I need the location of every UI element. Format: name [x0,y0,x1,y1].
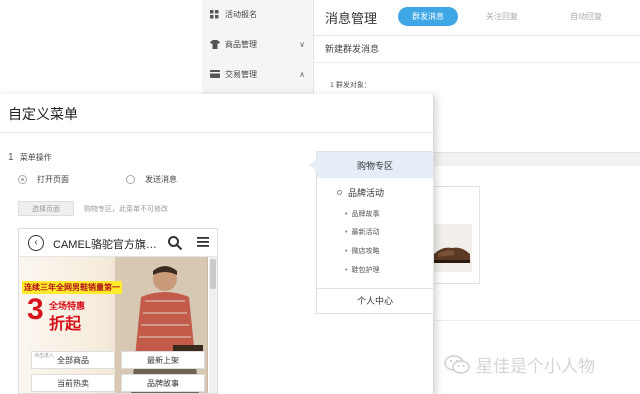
submenu-item-latest-activity[interactable]: 最新活动 [345,227,379,237]
scrollbar-thumb[interactable] [210,259,216,289]
page-title: 消息管理 [325,11,378,26]
sidebar-item-trade-management[interactable]: 交易管理 ∧ [210,69,305,80]
button-label: 全部商品 [57,355,89,365]
radio-send-message[interactable]: 发送消息 [126,174,177,185]
hamburger-icon[interactable] [197,236,209,248]
chevron-down-icon: ∨ [299,40,305,49]
menu-item-brand-activity[interactable]: 品牌活动 [337,186,384,199]
submenu-item-shoe-bag-care[interactable]: 鞋包护理 [345,265,379,275]
wechat-icon [444,354,470,374]
divider [434,320,640,321]
circle-icon [337,190,342,195]
divider [317,288,433,289]
content-panel-strip [434,152,640,166]
hint-text: 购物专区，此菜单不可修改 [84,206,168,213]
back-arrow-icon[interactable]: ‹ [28,235,44,251]
submenu-item-brand-story[interactable]: 品牌故事 [345,209,379,219]
sidebar-item-product-management[interactable]: 商品管理 ∨ [210,39,305,50]
search-icon[interactable] [167,235,183,251]
button-label: 品牌故事 [147,378,179,388]
submenu-item-weidian-guide[interactable]: 微店攻略 [345,246,379,256]
radio-label: 发送消息 [145,175,177,184]
phone-preview: ‹ CAMEL骆驼官方旗… 连续三年全网男鞋销量第一 3 全场特惠 折起 全部商… [18,228,218,394]
brand-story-button[interactable]: 品牌故事 [121,374,205,392]
tab-mass-message[interactable]: 群发消息 [398,7,458,26]
radio-label: 打开页面 [37,175,69,184]
divider [0,132,434,133]
sidebar-item-label: 交易管理 [225,70,257,79]
tab-follow-reply[interactable]: 关注回复 [486,11,518,22]
sidebar-item-event-signup[interactable]: 活动报名 [210,9,305,20]
button-label: 最新上架 [147,355,179,365]
dialog-title: 自定义菜单 [8,106,78,122]
menu-item-personal-center[interactable]: 个人中心 [317,294,433,307]
grid-icon [210,10,219,19]
radio-unchecked-icon[interactable] [126,175,135,184]
shoe-image [432,224,472,272]
target-label: 1 群发对象： [330,82,371,89]
menu-item-label: 品牌活动 [348,188,385,198]
watermark: 星佳是个小人物 [444,352,595,377]
step-label: 菜单操作 [19,153,52,162]
new-arrivals-button[interactable]: 最新上架 [121,351,205,369]
radio-checked-icon[interactable] [18,175,27,184]
shirt-icon [210,40,220,49]
sidebar-item-label: 商品管理 [225,40,257,49]
select-page-button[interactable]: 选择页面 [18,201,74,216]
hot-sale-button[interactable]: 当前热卖 [31,374,115,392]
divider [314,62,640,63]
menu-item-shopping-zone[interactable]: 购物专区 [309,152,433,178]
menu-tree-panel: 购物专区 品牌活动 品牌故事 最新活动 微店攻略 鞋包护理 个人中心 [309,151,434,314]
phone-shop-title: CAMEL骆驼官方旗… [53,239,157,251]
tab-auto-reply[interactable]: 自动回复 [570,11,602,22]
section-title: 新建群发消息 [325,44,380,54]
card-icon [210,70,220,79]
button-label: 当前热卖 [57,378,89,388]
chevron-up-icon: ∧ [299,70,305,79]
radio-open-page[interactable]: 打开页面 [18,174,69,185]
click-enter-label: 点击进入 [34,353,55,359]
promo-big-number: 3 [27,293,44,326]
step-menu-operation: 1 菜单操作 [8,152,52,163]
promo-discount-text: 折起 [49,316,82,333]
sidebar-item-label: 活动报名 [225,10,257,19]
watermark-text: 星佳是个小人物 [476,357,595,376]
step-number: 1 [8,152,14,163]
